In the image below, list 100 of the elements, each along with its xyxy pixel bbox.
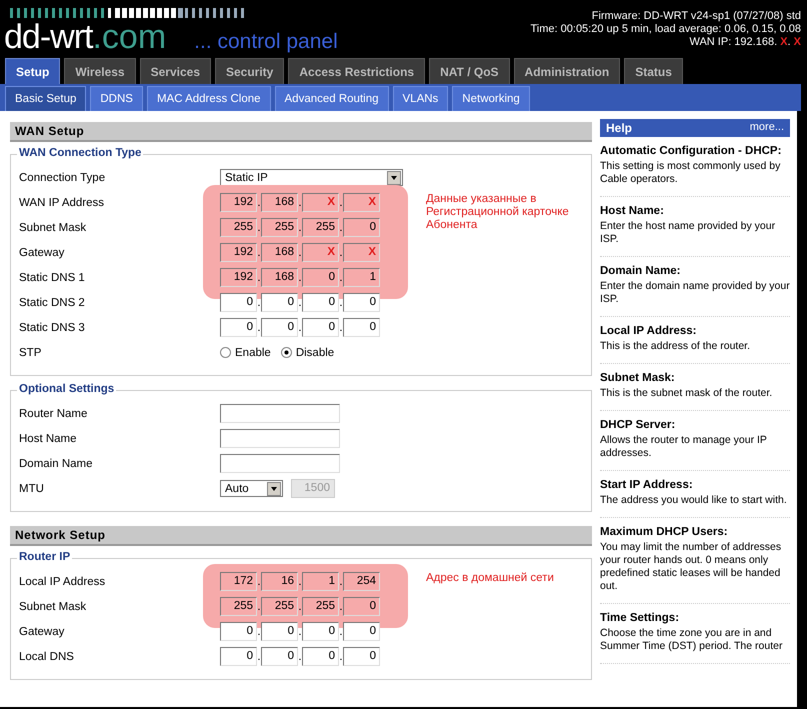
caret-icon[interactable] [387,170,401,184]
sub-tab[interactable]: DDNS [90,86,143,111]
nav-tab[interactable]: Access Restrictions [288,58,426,84]
ip-octet-field[interactable]: 0 [220,293,257,312]
ip-octet-field[interactable]: 0 [343,622,380,641]
ip-separator: . [298,246,302,258]
ip-separator: . [298,196,302,208]
ip-octet-field[interactable]: 0 [261,318,298,337]
nav-tab[interactable]: Status [624,58,683,84]
ip-octet-field[interactable]: 0 [343,218,380,237]
ip-separator: . [257,272,261,284]
ip-octet-field[interactable]: 255 [302,218,339,237]
radio-option[interactable]: Enable [220,346,271,358]
ip-octet-field[interactable]: 0 [220,647,257,666]
ip-octet-field[interactable]: 0 [302,293,339,312]
ip-separator: . [298,222,302,234]
help-heading: Domain Name: [600,265,682,277]
sub-tab[interactable]: Basic Setup [5,86,86,111]
input-field[interactable] [220,454,340,473]
field-label: Static DNS 2 [19,296,86,308]
nav-tab[interactable]: NAT / QoS [429,58,510,84]
sub-tab[interactable]: Advanced Routing [274,86,388,111]
input-field[interactable] [220,429,340,448]
ip-separator: . [257,600,261,612]
field-label: Static DNS 1 [19,272,85,284]
ip-octet-field[interactable]: 0 [261,622,298,641]
section-header: WAN Setup [10,122,592,142]
radio-icon[interactable] [280,347,292,358]
ip-octet-field[interactable]: 0 [302,647,339,666]
ip-octet-field[interactable]: 255 [261,597,298,616]
more-link[interactable]: more... [750,121,784,135]
ip-octet-field[interactable]: 192 [220,268,257,287]
help-text: The address you would like to start with. [600,494,788,507]
dropdown[interactable]: Static IP [220,169,403,186]
ip-octet-field[interactable]: 255 [220,218,257,237]
ip-separator: . [788,36,791,48]
nav-tab[interactable]: Administration [514,58,620,84]
ip-octet-field[interactable]: 1 [343,268,380,287]
ip-octet-field[interactable]: 192 [220,243,257,262]
ip-octet-field[interactable]: 0 [343,597,380,616]
ip-octet-field[interactable]: 0 [302,268,339,287]
ip-octet-field[interactable]: 255 [220,597,257,616]
input-field[interactable] [220,404,340,423]
help-text: This is the subnet mask of the router. [600,387,774,400]
help-text: This is the address of the router. [600,340,751,353]
field-label: Host Name [19,432,78,444]
ip-octet-field[interactable]: 0 [343,647,380,666]
nav-tab[interactable]: Security [215,58,284,84]
ip-separator: . [298,576,302,588]
ip-octet-field[interactable]: 0 [220,318,257,337]
ip-octet-field[interactable]: 254 [343,572,380,591]
field-label: Subnet Mask [19,600,86,612]
ip-octet-field[interactable]: 255 [261,218,298,237]
ip-octet-field[interactable]: 172 [220,572,257,591]
ip-octet-field[interactable]: 0 [302,318,339,337]
sub-tab[interactable]: VLANs [392,86,448,111]
ip-octet-field[interactable]: 0 [302,622,339,641]
ip-octet-field[interactable]: 168 [261,243,298,262]
ip-octet-field[interactable]: 0 [343,318,380,337]
field-label: Gateway [19,626,66,638]
ip-separator: . [298,322,302,334]
ip-octet-field[interactable]: 1 [302,572,339,591]
sub-tab[interactable]: Networking [452,86,530,111]
help-heading: Subnet Mask: [600,372,676,384]
ip-octet-field[interactable]: 0 [261,293,298,312]
ip-separator: . [298,296,302,308]
sub-tab[interactable]: MAC Address Clone [146,86,271,111]
ip-separator: . [339,246,343,258]
radio-icon[interactable] [220,347,231,358]
help-heading: DHCP Server: [600,419,676,431]
field-label: Connection Type [19,172,106,184]
nav-tab[interactable]: Setup [5,58,60,84]
logo-text: dd-wrt [4,18,92,56]
ip-octet-field[interactable]: 16 [261,572,298,591]
field-label: WAN IP Address [19,196,104,208]
help-heading: Maximum DHCP Users: [600,526,729,538]
help-heading: Local IP Address: [600,325,698,337]
caret-icon[interactable] [267,482,281,496]
nav-tab[interactable]: Services [140,58,211,84]
ip-octet-field[interactable]: 168 [261,268,298,287]
ip-separator: . [257,576,261,588]
field-label: Local IP Address [19,576,106,588]
radio-option[interactable]: Disable [280,346,334,358]
ip-octet-field[interactable]: 0 [261,647,298,666]
ip-octet-field[interactable]: 0 [220,622,257,641]
nav-tab[interactable]: Wireless [64,58,136,84]
ip-separator: . [298,600,302,612]
ip-separator: . [339,576,343,588]
ip-octet-field[interactable]: 192 [220,193,257,212]
wan-ip-info: WAN IP: 192.168. [689,36,778,48]
fieldset-legend: Optional Settings [17,383,116,395]
ip-octet-field[interactable]: 255 [302,597,339,616]
ip-separator: . [339,272,343,284]
ip-octet-field[interactable]: 0 [343,293,380,312]
help-heading: Start IP Address: [600,479,694,491]
ip-octet-field[interactable]: 168 [261,193,298,212]
firmware-info: Firmware: DD-WRT v24-sp1 (07/27/08) std [590,10,801,23]
ip-separator: . [339,222,343,234]
ip-separator: . [257,246,261,258]
dropdown[interactable]: Auto [220,480,283,497]
